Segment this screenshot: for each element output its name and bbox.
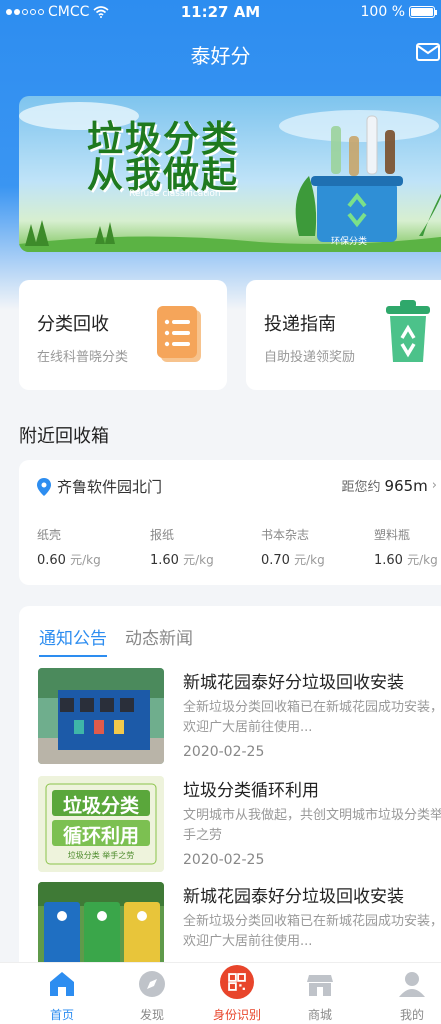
location-pin-icon bbox=[37, 477, 51, 496]
news-title: 垃圾分类循环利用 bbox=[183, 781, 319, 801]
thumb-line-1: 垃圾分类 bbox=[62, 795, 139, 817]
qr-scan-icon bbox=[220, 965, 254, 999]
news-item[interactable]: 新城花园泰好分垃圾回收安装 全新垃圾分类回收箱已在新城花园成功安装，欢迎广大居前… bbox=[38, 668, 441, 768]
card-title: 分类回收 bbox=[37, 314, 109, 335]
news-desc: 全新垃圾分类回收箱已在新城花园成功安装，欢迎广大居前往使用... bbox=[183, 700, 441, 735]
news-thumbnail: 垃圾分类 循环利用 垃圾分类 举手之劳 bbox=[38, 776, 164, 872]
price-name: 塑料瓶 bbox=[374, 528, 411, 542]
price-value: 1.60 元/kg bbox=[150, 553, 214, 568]
card-subtitle: 在线科普晓分类 bbox=[37, 350, 129, 365]
price-value: 0.70 元/kg bbox=[261, 553, 325, 568]
tab-news[interactable]: 动态新闻 bbox=[125, 624, 193, 657]
chevron-right-icon: › bbox=[431, 478, 437, 493]
classify-recycle-card[interactable]: 分类回收 在线科普晓分类 bbox=[19, 280, 227, 390]
tab-profile[interactable]: 我的 bbox=[382, 969, 441, 1023]
tab-label: 首页 bbox=[49, 1008, 74, 1022]
thumb-line-2: 循环利用 bbox=[62, 825, 139, 847]
banner-subtitle: Refuse classification bbox=[129, 189, 221, 199]
news-desc: 文明城市从我做起，共创文明城市垃圾分类举手之劳 bbox=[183, 808, 441, 843]
recycle-bin-icon bbox=[386, 300, 430, 362]
tab-label: 身份识别 bbox=[212, 1008, 261, 1022]
home-icon bbox=[50, 972, 74, 996]
store-icon bbox=[307, 975, 333, 996]
tab-label: 发现 bbox=[139, 1008, 164, 1022]
news-item[interactable]: 垃圾分类 循环利用 垃圾分类 举手之劳 垃圾分类循环利用 文明城市从我做起，共创… bbox=[38, 776, 441, 876]
price-name: 书本杂志 bbox=[261, 528, 310, 542]
price-item: 纸壳 0.60 元/kg bbox=[37, 526, 101, 568]
location-name: 齐鲁软件园北门 bbox=[57, 478, 163, 496]
tab-store[interactable]: 商城 bbox=[290, 969, 350, 1023]
distance-link[interactable]: 距您约 965m › bbox=[341, 476, 437, 496]
news-desc: 全新垃圾分类回收箱已在新城花园成功安装，欢迎广大居前往使用... bbox=[183, 914, 441, 949]
news-date: 2020-02-25 bbox=[183, 744, 265, 760]
delivery-guide-card[interactable]: 投递指南 自助投递领奖励 bbox=[246, 280, 441, 390]
banner-bin-label: 环保分类 bbox=[331, 237, 368, 247]
price-name: 纸壳 bbox=[37, 528, 62, 542]
nearby-section-title: 附近回收箱 bbox=[19, 426, 109, 447]
battery-icon bbox=[409, 6, 437, 18]
person-icon bbox=[399, 972, 425, 997]
mail-icon[interactable] bbox=[415, 40, 441, 64]
news-thumbnail bbox=[38, 668, 164, 764]
news-date: 2020-02-25 bbox=[183, 852, 265, 868]
nearby-recycle-box-card[interactable]: 齐鲁软件园北门 距您约 965m › 纸壳 0.60 元/kg 报纸 1.60 … bbox=[19, 460, 441, 585]
price-item: 报纸 1.60 元/kg bbox=[150, 526, 214, 568]
tab-label: 我的 bbox=[399, 1008, 424, 1022]
price-item: 书本杂志 0.70 元/kg bbox=[261, 526, 325, 568]
tab-identity[interactable]: 身份识别 bbox=[206, 965, 268, 1023]
tab-home[interactable]: 首页 bbox=[32, 969, 92, 1023]
distance-value: 965m bbox=[384, 476, 428, 495]
tab-label: 商城 bbox=[307, 1008, 332, 1022]
battery-label: 100 % bbox=[360, 4, 405, 20]
tab-discover[interactable]: 发现 bbox=[122, 969, 182, 1023]
status-bar: CMCC 11:27 AM 100 % bbox=[0, 0, 441, 24]
list-document-icon bbox=[157, 306, 201, 362]
page-title: 泰好分 bbox=[190, 44, 251, 68]
news-title: 新城花园泰好分垃圾回收安装 bbox=[183, 887, 404, 907]
battery-group: 100 % bbox=[360, 4, 437, 20]
thumb-caption: 垃圾分类 举手之劳 bbox=[67, 851, 135, 860]
card-subtitle: 自助投递领奖励 bbox=[264, 350, 356, 365]
news-title: 新城花园泰好分垃圾回收安装 bbox=[183, 673, 404, 693]
promo-banner[interactable]: 垃圾分类 从我做起 Refuse classification 环保分类 bbox=[19, 96, 441, 252]
news-tabs: 通知公告 动态新闻 bbox=[39, 624, 193, 657]
compass-icon bbox=[139, 971, 165, 997]
price-name: 报纸 bbox=[150, 528, 175, 542]
price-value: 1.60 元/kg bbox=[374, 553, 438, 568]
tab-notices[interactable]: 通知公告 bbox=[39, 624, 107, 657]
location-row: 齐鲁软件园北门 bbox=[37, 476, 162, 497]
price-item: 塑料瓶 1.60 元/kg bbox=[374, 526, 438, 568]
bottom-tab-bar: 首页 发现 身份识别 商城 我的 bbox=[0, 962, 441, 1024]
card-title: 投递指南 bbox=[264, 314, 336, 335]
distance-label: 距您约 bbox=[341, 480, 381, 495]
price-value: 0.60 元/kg bbox=[37, 553, 101, 568]
